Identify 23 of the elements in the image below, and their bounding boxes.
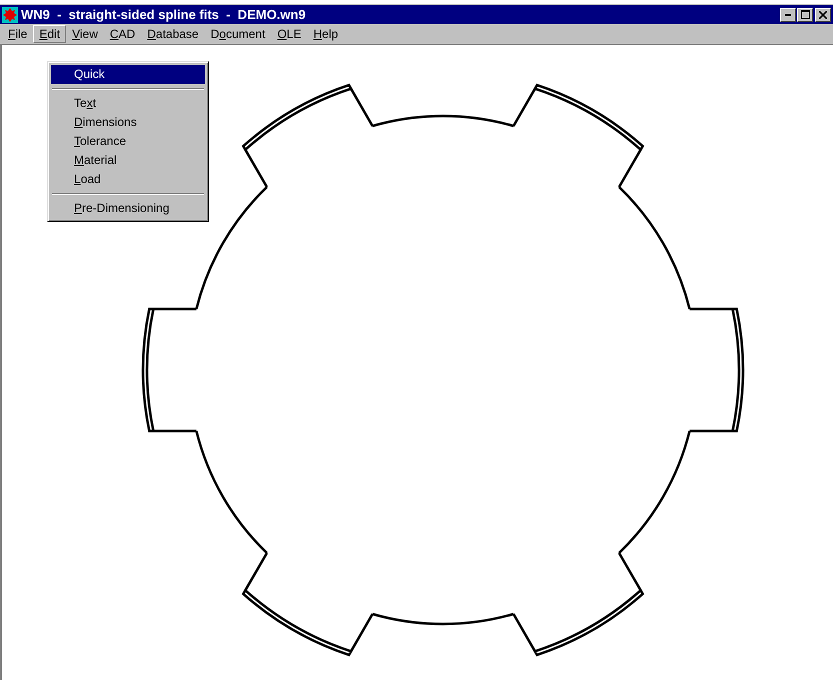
menu-item[interactable]: Text bbox=[51, 94, 205, 113]
menu-item[interactable]: Tolerance bbox=[51, 132, 205, 151]
menu-item[interactable]: Help bbox=[307, 25, 344, 43]
maximize-button[interactable] bbox=[797, 8, 813, 22]
close-button[interactable] bbox=[815, 8, 831, 22]
menu-item[interactable]: Material bbox=[51, 151, 205, 170]
menu-item[interactable]: OLE bbox=[271, 25, 308, 43]
close-icon bbox=[819, 10, 827, 18]
minimize-icon bbox=[785, 14, 791, 16]
maximize-icon bbox=[800, 10, 810, 19]
menu-item[interactable]: Database bbox=[141, 25, 205, 43]
menu-item[interactable]: Quick bbox=[51, 65, 205, 84]
menu-item[interactable]: CAD bbox=[104, 25, 142, 43]
menu-item[interactable]: Load bbox=[51, 170, 205, 189]
menu-item[interactable]: File bbox=[2, 25, 34, 43]
menu-item[interactable]: Edit bbox=[33, 25, 66, 43]
minimize-button[interactable] bbox=[780, 8, 796, 22]
app-icon bbox=[2, 6, 18, 22]
menu-item[interactable]: Pre-Dimensioning bbox=[51, 199, 205, 218]
menu-item[interactable]: Dimensions bbox=[51, 113, 205, 132]
menu-item[interactable]: Document bbox=[204, 25, 272, 43]
window-title: WN9 - straight-sided spline fits - DEMO.wn9 bbox=[21, 7, 307, 22]
menu-item[interactable]: View bbox=[66, 25, 104, 43]
